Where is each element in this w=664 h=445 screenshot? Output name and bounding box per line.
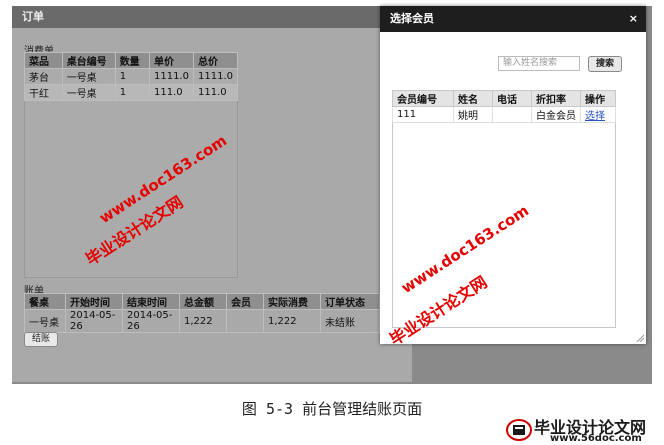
- cell: [226, 309, 264, 333]
- bill-header-row: 餐桌 开始时间 结束时间 总金额 会员 实际消费 订单状态: [24, 293, 380, 310]
- member-list-panel: [392, 90, 616, 328]
- search-button[interactable]: 搜索: [588, 56, 622, 72]
- cell: 姚明: [453, 106, 493, 123]
- screenshot-frame: 订单 消费单 菜品 桌台编号 数量 单价 总价 茅台 一号桌 1 1111.0: [12, 6, 652, 384]
- cell: 一号桌: [61, 84, 116, 101]
- cell: 选择: [580, 106, 616, 123]
- logo-emblem-icon: [506, 419, 532, 441]
- col-action: 操作: [580, 90, 616, 107]
- col-discount: 折扣率: [531, 90, 581, 107]
- name-search-input[interactable]: 输入姓名搜索: [498, 56, 580, 71]
- cell: 2014-05-26: [65, 309, 123, 333]
- resize-grip-icon[interactable]: [636, 334, 644, 342]
- bill-table: 餐桌 开始时间 结束时间 总金额 会员 实际消费 订单状态 一号桌 2014-0…: [24, 293, 380, 333]
- cell: 1111.0: [148, 68, 195, 85]
- checkout-button[interactable]: 结账: [24, 332, 58, 347]
- col-name: 姓名: [453, 90, 493, 107]
- table-row[interactable]: 一号桌 2014-05-26 2014-05-26 1,222 1,222 未结…: [24, 309, 380, 333]
- select-member-link[interactable]: 选择: [585, 111, 605, 122]
- cell: 一号桌: [24, 309, 66, 333]
- cell: 1111.0: [193, 68, 238, 85]
- cell: 2014-05-26: [122, 309, 180, 333]
- col-unit-price: 单价: [148, 52, 195, 69]
- logo-url: www.56doc.com: [550, 433, 642, 444]
- cell: 未结账: [320, 309, 380, 333]
- col-status: 订单状态: [320, 293, 380, 310]
- col-table-no: 桌台编号: [61, 52, 116, 69]
- site-logo: 毕业设计论文网 www.56doc.com: [500, 414, 660, 444]
- table-row[interactable]: 111 姚明 白金会员 选择: [392, 106, 616, 123]
- col-phone: 电话: [492, 90, 532, 107]
- member-table: 会员编号 姓名 电话 折扣率 操作 111 姚明 白金会员 选择: [392, 90, 616, 123]
- dialog-title: 选择会员: [380, 6, 646, 32]
- cell: 1,222: [263, 309, 321, 333]
- col-dish: 菜品: [24, 52, 63, 69]
- col-table: 餐桌: [24, 293, 66, 310]
- select-member-dialog: 选择会员 × 输入姓名搜索 搜索 会员编号 姓名 电话 折扣率 操作 111 姚…: [380, 6, 646, 344]
- consumption-table: 菜品 桌台编号 数量 单价 总价 茅台 一号桌 1 1111.0 1111.0 …: [24, 52, 238, 101]
- cell: 111.0: [193, 84, 238, 101]
- col-actual: 实际消费: [263, 293, 321, 310]
- cell: 1: [114, 68, 150, 85]
- table-row[interactable]: 茅台 一号桌 1 1111.0 1111.0: [24, 68, 238, 85]
- cell: 一号桌: [61, 68, 116, 85]
- order-window: 订单 消费单 菜品 桌台编号 数量 单价 总价 茅台 一号桌 1 1111.0: [12, 6, 412, 382]
- cell: 干红: [24, 84, 63, 101]
- cell: 111.0: [148, 84, 195, 101]
- col-member: 会员: [226, 293, 264, 310]
- close-icon[interactable]: ×: [629, 6, 638, 32]
- col-total: 总价: [193, 52, 238, 69]
- col-qty: 数量: [114, 52, 150, 69]
- col-amount: 总金额: [179, 293, 227, 310]
- member-header-row: 会员编号 姓名 电话 折扣率 操作: [392, 90, 616, 107]
- order-window-title: 订单: [12, 6, 412, 28]
- cell: 1: [114, 84, 150, 101]
- table-row[interactable]: 干红 一号桌 1 111.0 111.0: [24, 84, 238, 101]
- cell: 1,222: [179, 309, 227, 333]
- col-start-time: 开始时间: [65, 293, 123, 310]
- cell: 111: [392, 106, 454, 123]
- cell: 茅台: [24, 68, 63, 85]
- consumption-header-row: 菜品 桌台编号 数量 单价 总价: [24, 52, 238, 69]
- col-member-id: 会员编号: [392, 90, 454, 107]
- col-end-time: 结束时间: [122, 293, 180, 310]
- cell: [492, 106, 532, 123]
- cell: 白金会员: [531, 106, 581, 123]
